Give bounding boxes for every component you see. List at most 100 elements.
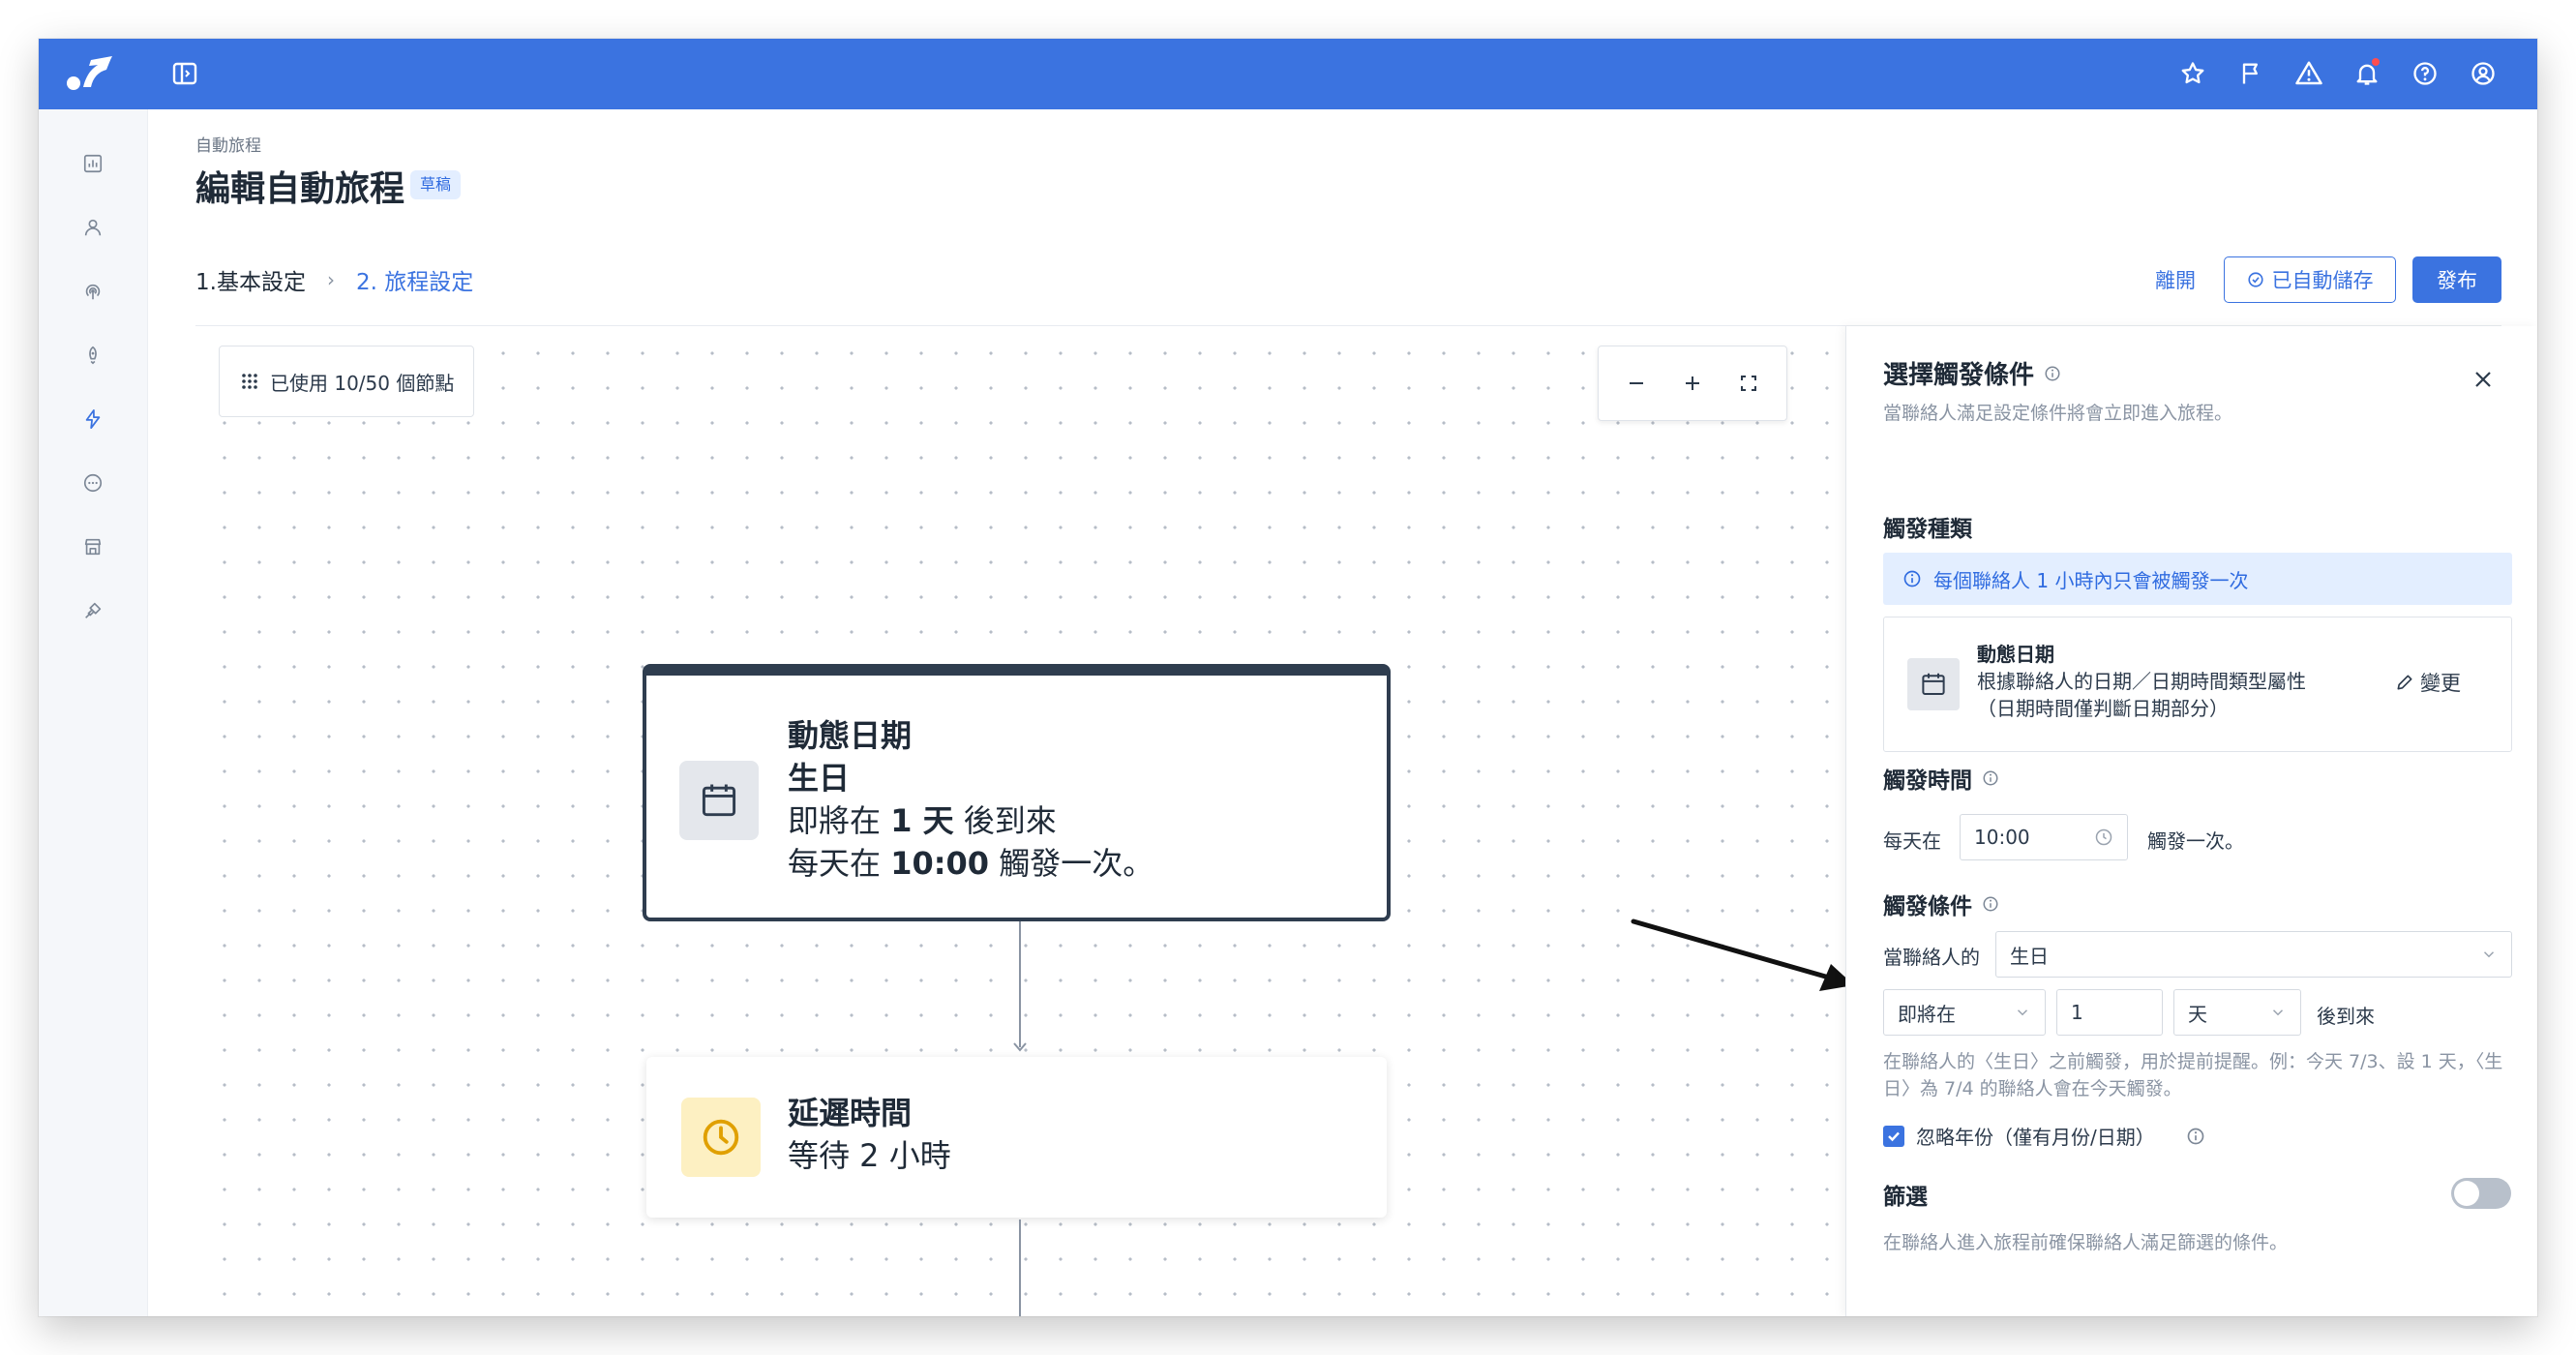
help-icon[interactable] [2410, 56, 2441, 91]
step-indicator: 1.基本設定 › 2. 旅程設定 [195, 263, 473, 296]
user-circle-icon[interactable] [2468, 56, 2499, 91]
trigger-node[interactable]: 動態日期 生日 即將在 1 天 後到來 每天在 10:00 觸發一次。 [643, 664, 1391, 921]
check-icon [1888, 1131, 1900, 1141]
nav-store[interactable] [75, 529, 110, 564]
trigger-card-text: 動態日期 根據聯絡人的日期／日期時間類型屬性 （日期時間僅判斷日期部分） [1977, 641, 2306, 722]
node-connector [1019, 921, 1021, 1047]
info-banner-text: 每個聯絡人 1 小時內只會被觸發一次 [1933, 568, 2249, 592]
fullscreen-icon [1741, 376, 1756, 391]
trigger-node-content: 動態日期 生日 即將在 1 天 後到來 每天在 10:00 觸發一次。 [788, 714, 1153, 885]
rocket-icon [89, 346, 97, 365]
time-picker[interactable]: 10:00 [1960, 814, 2128, 860]
autosave-button[interactable]: 已自動儲存 [2224, 256, 2396, 303]
calendar-icon [679, 761, 759, 840]
offset-input[interactable]: 1 [2056, 989, 2163, 1036]
nav-campaigns[interactable] [75, 338, 110, 373]
toggle-knob [2454, 1181, 2479, 1206]
connector-arrow-icon [1013, 1042, 1027, 1052]
close-button[interactable] [2469, 365, 2498, 394]
check-circle-icon [2247, 272, 2263, 287]
filter-toggle[interactable] [2451, 1178, 2511, 1209]
ignore-year-row: 忽略年份（僅有月份/日期） [1883, 1122, 2205, 1150]
app-window: 自動旅程 編輯自動旅程 草稿 1.基本設定 › 2. 旅程設定 離開 已自動儲存… [39, 39, 2537, 1316]
status-badge: 草稿 [410, 170, 462, 199]
chevron-down-icon [2483, 951, 2495, 958]
nav-dashboard[interactable] [75, 146, 110, 181]
panel-title: 選擇觸發條件 [1883, 355, 2061, 391]
chart-icon [83, 154, 103, 173]
nav-chat[interactable] [75, 466, 110, 500]
chat-icon [83, 473, 103, 493]
contacts-icon [84, 219, 102, 236]
annotation-arrow-icon [1631, 918, 1854, 991]
journey-bolt-icon [85, 408, 101, 430]
pencil-icon [2397, 675, 2412, 690]
nav-broadcast[interactable] [75, 274, 110, 309]
bell-icon[interactable] [2351, 56, 2382, 91]
change-trigger-button[interactable]: 變更 [2395, 668, 2461, 697]
trigger-node-title: 動態日期 [788, 717, 913, 754]
close-icon [2475, 372, 2491, 387]
trigger-node-schedule: 每天在 10:00 觸發一次。 [788, 845, 1154, 882]
trigger-card-desc: 根據聯絡人的日期／日期時間類型屬性 [1977, 670, 2306, 693]
panel-subtitle: 當聯絡人滿足設定條件將會立即進入旅程。 [1883, 403, 2233, 424]
nav-integrations[interactable] [75, 593, 110, 628]
trigger-card-desc-note: （日期時間僅判斷日期部分） [1977, 697, 2229, 720]
zoom-controls [1598, 346, 1787, 421]
flag-icon[interactable] [2235, 56, 2266, 91]
publish-button[interactable]: 發布 [2412, 256, 2501, 303]
step-basic-settings[interactable]: 1.基本設定 [195, 263, 306, 296]
node-count-indicator: 已使用 10/50 個節點 [219, 346, 474, 417]
info-icon[interactable] [2044, 365, 2061, 382]
zoom-in-button[interactable] [1673, 364, 1712, 403]
trigger-condition-section: 觸發條件 [1883, 888, 1999, 920]
warning-icon[interactable] [2293, 56, 2324, 91]
breadcrumb[interactable]: 自動旅程 [195, 132, 261, 156]
delay-node-desc: 等待 2 小時 [788, 1137, 951, 1174]
trigger-settings-panel: 選擇觸發條件 當聯絡人滿足設定條件將會立即進入旅程。 觸發種類 每個聯絡人 1 … [1845, 326, 2537, 1316]
sidebar-toggle-icon[interactable] [169, 58, 200, 89]
nav-journeys[interactable] [75, 402, 110, 437]
ignore-year-checkbox[interactable] [1883, 1125, 1904, 1147]
calendar-icon [1907, 658, 1960, 710]
delay-node-title: 延遲時間 [788, 1095, 913, 1131]
info-icon[interactable] [2186, 1127, 2205, 1146]
leave-button[interactable]: 離開 [2142, 256, 2209, 303]
offset-value: 1 [2071, 1001, 2083, 1024]
step-journey-settings[interactable]: 2. 旅程設定 [356, 263, 473, 296]
every-day-label: 每天在 [1883, 829, 1941, 853]
node-count-label: 已使用 10/50 個節點 [270, 371, 455, 395]
unit-select[interactable]: 天 [2173, 989, 2301, 1036]
clock-icon [681, 1098, 761, 1177]
app-logo[interactable] [62, 50, 116, 97]
grid-dots-icon [242, 374, 257, 389]
delay-node-content: 延遲時間 等待 2 小時 [788, 1092, 951, 1177]
trigger-time-section: 觸發時間 [1883, 762, 1999, 795]
top-bar [39, 39, 2537, 109]
arrives-label: 後到來 [2317, 1005, 2375, 1028]
minus-icon [1630, 382, 1643, 384]
node-connector [1019, 1220, 1021, 1316]
chevron-down-icon [2017, 1009, 2028, 1016]
star-icon[interactable] [2177, 56, 2208, 91]
filter-description: 在聯絡人進入旅程前確保聯絡人滿足篩選的條件。 [1883, 1232, 2289, 1253]
when-contact-label: 當聯絡人的 [1883, 946, 1980, 969]
chevron-down-icon [2272, 1009, 2284, 1016]
broadcast-icon [85, 284, 101, 300]
zoom-out-button[interactable] [1617, 364, 1656, 403]
trigger-once-label: 觸發一次。 [2147, 829, 2244, 853]
relation-select[interactable]: 即將在 [1883, 989, 2046, 1036]
fit-view-button[interactable] [1729, 364, 1768, 403]
left-nav-rail [39, 109, 148, 1316]
selected-trigger-card: 動態日期 根據聯絡人的日期／日期時間類型屬性 （日期時間僅判斷日期部分） 變更 [1883, 617, 2512, 752]
info-icon[interactable] [1982, 895, 1999, 913]
nav-contacts[interactable] [75, 210, 110, 245]
relation-value: 即將在 [1898, 1002, 1956, 1026]
info-icon[interactable] [1982, 769, 1999, 787]
ignore-year-label: 忽略年份（僅有月份/日期） [1916, 1126, 2155, 1149]
info-banner: 每個聯絡人 1 小時內只會被觸發一次 [1883, 553, 2512, 605]
trigger-node-field: 生日 [788, 760, 851, 797]
plus-icon [1686, 376, 1699, 390]
delay-node[interactable]: 延遲時間 等待 2 小時 [646, 1057, 1387, 1218]
attribute-select[interactable]: 生日 [1995, 931, 2512, 978]
